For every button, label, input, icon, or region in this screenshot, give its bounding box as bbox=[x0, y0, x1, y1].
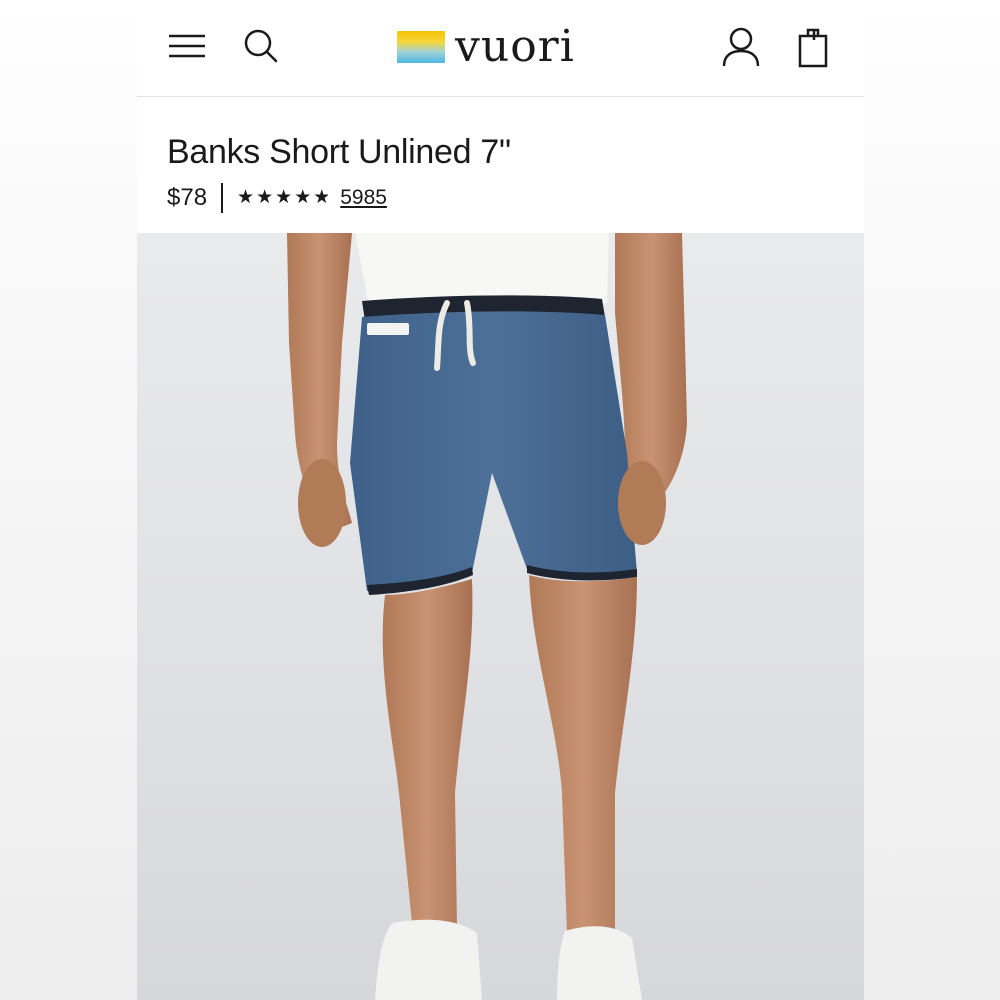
brand-logo[interactable]: vuori bbox=[397, 24, 575, 70]
logo-mark bbox=[397, 31, 445, 63]
left-leg bbox=[382, 579, 473, 928]
account-icon[interactable] bbox=[721, 26, 761, 68]
right-shoe bbox=[557, 926, 642, 1000]
right-hand bbox=[618, 461, 666, 545]
logo-wordmark: vuori bbox=[455, 21, 575, 72]
product-photo bbox=[137, 233, 864, 1000]
star-icon: ★ bbox=[256, 187, 274, 208]
review-count-link[interactable]: 5985 bbox=[340, 186, 387, 210]
search-icon[interactable] bbox=[243, 28, 279, 64]
divider bbox=[221, 183, 224, 213]
blue-shorts bbox=[350, 311, 637, 591]
bag-icon[interactable] bbox=[797, 26, 829, 68]
price-rating-row: $78 ★ ★ ★ ★ ★ 5985 bbox=[167, 182, 847, 214]
menu-icon[interactable] bbox=[167, 30, 207, 62]
star-icon: ★ bbox=[294, 187, 312, 208]
mobile-page: vuori Banks Short Unlined 7" $78 ★ ★ ★ ★… bbox=[137, 0, 864, 1000]
star-rating[interactable]: ★ ★ ★ ★ ★ bbox=[237, 188, 328, 208]
product-title: Banks Short Unlined 7" bbox=[167, 133, 511, 171]
left-shoe bbox=[375, 919, 482, 1000]
half-star-icon: ★ bbox=[313, 188, 329, 208]
left-hand bbox=[298, 459, 346, 547]
site-header: vuori bbox=[137, 0, 864, 97]
right-margin bbox=[864, 0, 1000, 1000]
right-leg bbox=[529, 575, 637, 933]
left-margin bbox=[0, 0, 137, 1000]
star-icon: ★ bbox=[275, 187, 293, 208]
product-price: $78 bbox=[167, 184, 208, 211]
pocket-zipper bbox=[367, 323, 409, 335]
product-info: Banks Short Unlined 7" $78 ★ ★ ★ ★ ★ 598… bbox=[167, 130, 847, 214]
star-icon: ★ bbox=[237, 187, 255, 208]
